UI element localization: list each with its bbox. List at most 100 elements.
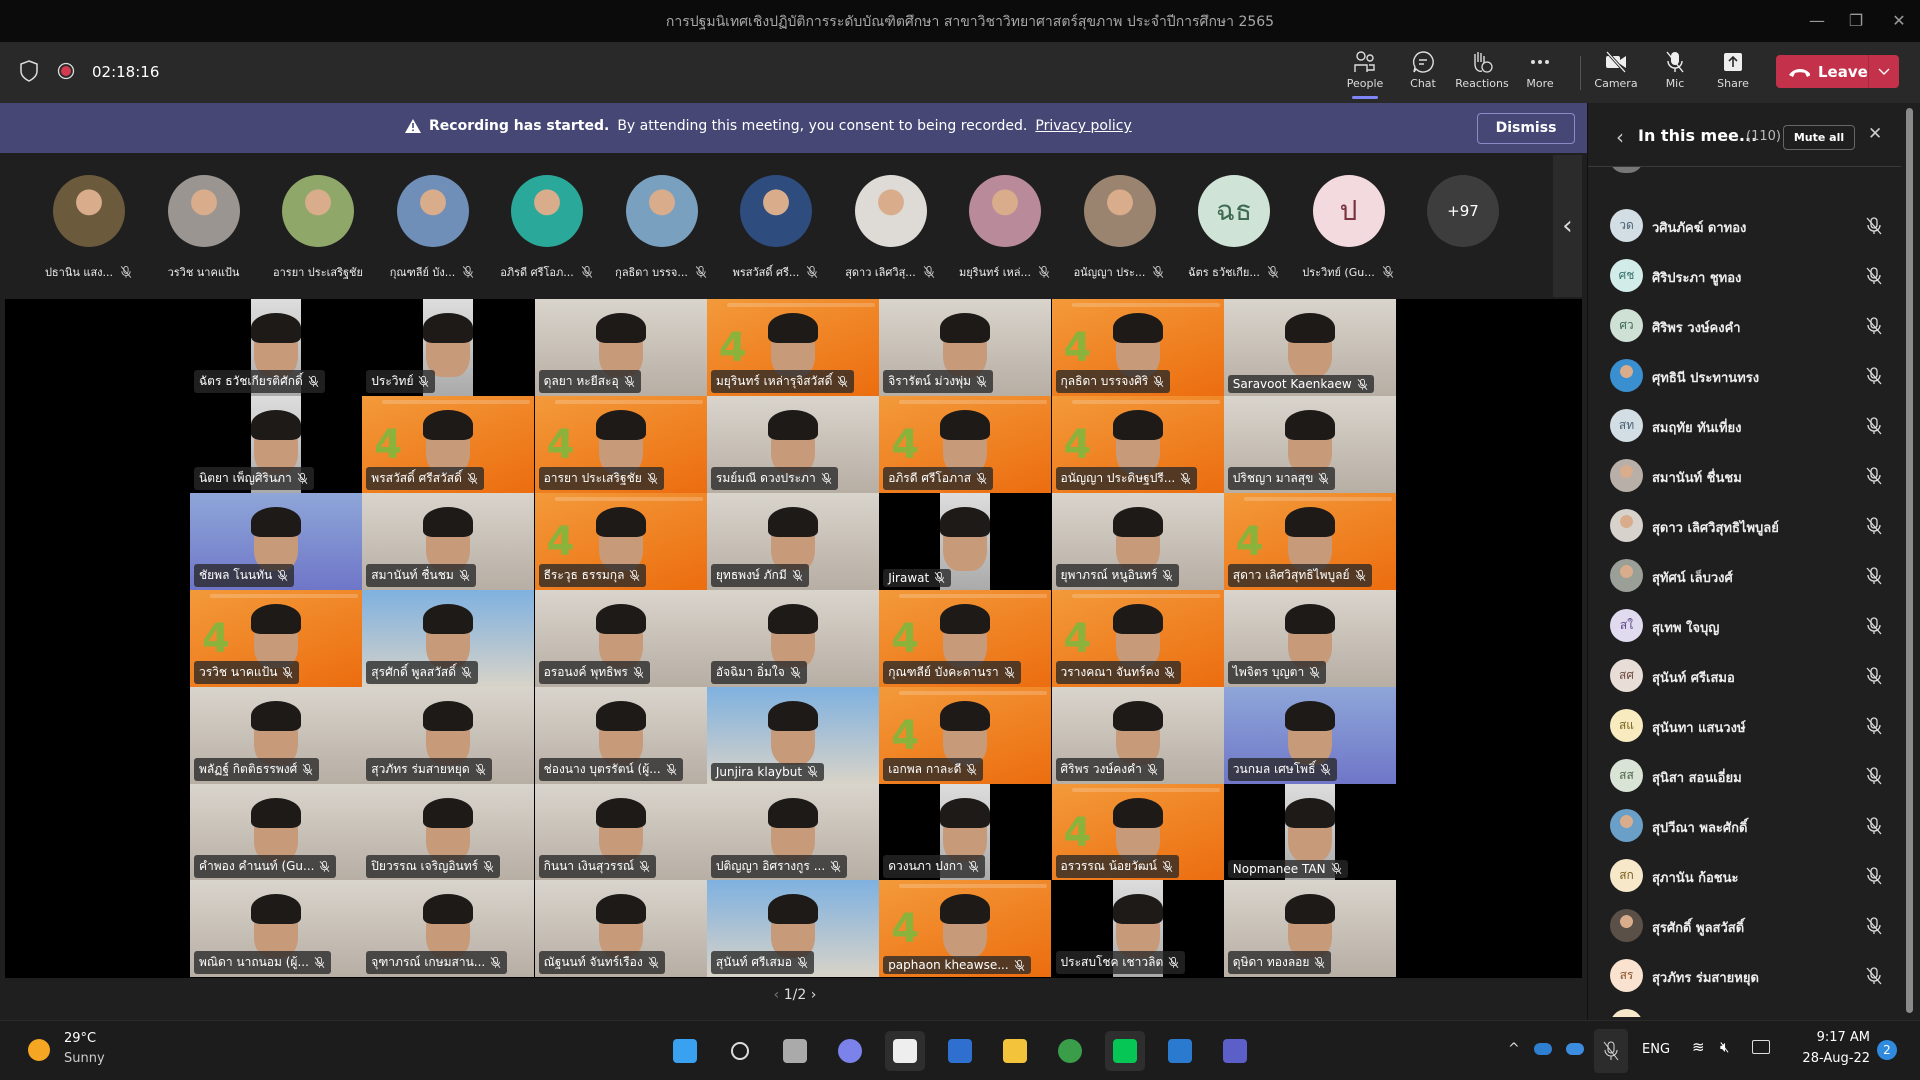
video-tile[interactable]: 4 อภิรดี ศรีโอภาส bbox=[879, 395, 1052, 493]
participant-list-item[interactable]: ศุทธินี ประทานทรง bbox=[1588, 351, 1906, 401]
participant-list-item[interactable]: สส สุนิสา สอนเอี่ยม bbox=[1588, 751, 1906, 801]
taskbar-search-button[interactable] bbox=[720, 1031, 760, 1071]
show-hidden-icons[interactable]: ^ bbox=[1508, 1041, 1520, 1057]
dismiss-button[interactable]: Dismiss bbox=[1477, 113, 1575, 144]
mute-all-button[interactable]: Mute all bbox=[1783, 125, 1855, 150]
mute-status[interactable] bbox=[1864, 216, 1884, 240]
more-participants-button[interactable]: +97 bbox=[1406, 153, 1520, 247]
video-tile[interactable]: ช่องนาง บุตรรัตน์ (ผู้... bbox=[534, 686, 707, 784]
strip-participant[interactable]: ปธานิน แสง... bbox=[32, 153, 146, 281]
strip-participant[interactable]: ป ประวิทย์ (Gu... bbox=[1292, 153, 1406, 281]
strip-participant[interactable]: อารยา ประเสริฐชัย bbox=[261, 153, 375, 281]
video-tile[interactable]: 4 กุณฑลีย์ บังคะดานรา bbox=[879, 589, 1052, 687]
speaker-muted-icon[interactable]: 🔇︎ bbox=[1720, 1038, 1729, 1056]
previous-page-button[interactable]: ‹ bbox=[774, 987, 784, 1003]
participant-list-item[interactable]: สุดาว เลิศวิสุทธิไพบูลย์ bbox=[1588, 501, 1906, 551]
video-tile[interactable]: คำพอง คำนนท์ (Gu... bbox=[190, 783, 362, 881]
next-page-button[interactable]: › bbox=[806, 987, 817, 1003]
video-tile[interactable]: 4 กุลธิดา บรรจงศิริ bbox=[1051, 299, 1224, 396]
restore-button[interactable]: ❐ bbox=[1841, 8, 1871, 34]
video-tile[interactable]: 4 พรสวัสดิ์ ศรีสวัสดิ์ bbox=[362, 395, 535, 493]
strip-participant[interactable]: สุดาว เลิศวิสุ... bbox=[834, 153, 948, 281]
mute-status[interactable] bbox=[1864, 266, 1884, 290]
participant-list-item[interactable]: สแ สุนันทา แสนวงษ์ bbox=[1588, 701, 1906, 751]
video-tile[interactable]: ไพจิตร บุญตา bbox=[1223, 589, 1396, 687]
mute-status[interactable] bbox=[1864, 366, 1884, 390]
mute-status[interactable] bbox=[1864, 866, 1884, 890]
clock-time[interactable]: 9:17 AM bbox=[1790, 1030, 1870, 1045]
close-window-button[interactable]: ✕ bbox=[1884, 8, 1914, 34]
close-panel-button[interactable]: ✕ bbox=[1868, 124, 1882, 144]
participant-list-item[interactable]: สศ สุนันท์ ศรีเสมอ bbox=[1588, 651, 1906, 701]
video-tile[interactable]: ฉัตร ธวัชเกียรติศักดิ์ bbox=[190, 299, 362, 396]
strip-participant[interactable]: กุณฑลีย์ บัง... bbox=[376, 153, 490, 281]
video-tile[interactable]: 4 สุดาว เลิศวิสุทธิไพบูลย์ bbox=[1223, 492, 1396, 590]
taskbar-photos-button[interactable] bbox=[1160, 1031, 1200, 1071]
video-tile[interactable]: ยุพาภรณ์ หนูอินทร์ bbox=[1051, 492, 1224, 590]
participant-list-item[interactable]: สร สุวภัทร ร่มสายหยุด bbox=[1588, 951, 1906, 1001]
mute-status[interactable] bbox=[1864, 616, 1884, 640]
video-tile[interactable]: อัจฉิมา อิ่มใจ bbox=[706, 589, 879, 687]
reactions-button[interactable]: Reactions bbox=[1453, 50, 1511, 90]
video-tile[interactable]: ปิยวรรณ เจริญอินทร์ bbox=[362, 783, 535, 881]
mute-status[interactable] bbox=[1864, 716, 1884, 740]
taskbar-start-button[interactable] bbox=[665, 1031, 705, 1071]
weather-condition[interactable]: Sunny bbox=[64, 1051, 105, 1066]
temperature[interactable]: 29°C bbox=[64, 1031, 96, 1046]
leave-button[interactable]: Leave bbox=[1776, 55, 1899, 88]
strip-participant[interactable]: มยุรินทร์ เหล่... bbox=[948, 153, 1062, 281]
video-tile[interactable]: ดุลยา หะยีสะอุ bbox=[534, 299, 707, 396]
video-tile[interactable]: ยุทธพงษ์ ภักมี bbox=[706, 492, 879, 590]
participant-list-item[interactable]: ศช ศิริประภา ชูทอง bbox=[1588, 251, 1906, 301]
mute-status[interactable] bbox=[1864, 416, 1884, 440]
onedrive-icon[interactable] bbox=[1566, 1043, 1584, 1055]
strip-participant[interactable]: พรสวัสดิ์ ศรี... bbox=[719, 153, 833, 281]
mute-status[interactable] bbox=[1864, 766, 1884, 790]
battery-icon[interactable] bbox=[1752, 1040, 1770, 1054]
taskbar-teams-chat-button[interactable] bbox=[830, 1031, 870, 1071]
video-tile[interactable]: ดวงนภา ปงกา bbox=[879, 783, 1052, 881]
video-tile[interactable]: อรอนงค์ พุทธิพร bbox=[534, 589, 707, 687]
mute-status[interactable] bbox=[1864, 666, 1884, 690]
leave-options-dropdown[interactable] bbox=[1867, 55, 1899, 88]
video-tile[interactable]: Junjira klaybut bbox=[706, 686, 879, 784]
strip-participant[interactable]: อภิรดี ศรีโอภ... bbox=[490, 153, 604, 281]
privacy-policy-link[interactable]: Privacy policy bbox=[1035, 118, 1131, 134]
video-tile[interactable]: กินนา เงินสุวรรณ์ bbox=[534, 783, 707, 881]
mute-status[interactable] bbox=[1864, 466, 1884, 490]
participant-list-item[interactable]: สุปวีณา พละศักดิ์ bbox=[1588, 801, 1906, 851]
video-tile[interactable]: ปริชญา มาลสุข bbox=[1223, 395, 1396, 493]
mute-status[interactable] bbox=[1864, 916, 1884, 940]
video-tile[interactable]: Jirawat bbox=[879, 492, 1052, 590]
participant-list-item[interactable]: สุทัศน์ เล็บวงศ์ bbox=[1588, 551, 1906, 601]
participant-list-item[interactable]: วด วศินภัคฆ์ ดาทอง bbox=[1588, 201, 1906, 251]
minimize-button[interactable]: — bbox=[1802, 8, 1832, 34]
video-tile[interactable]: ประสบโชค เชาวลิต bbox=[1051, 880, 1224, 978]
scrollbar[interactable] bbox=[1906, 108, 1913, 1013]
video-tile[interactable]: นิตยา เพ็ญศิรินภา bbox=[190, 395, 362, 493]
mute-status[interactable] bbox=[1864, 966, 1884, 990]
wifi-icon[interactable]: ≋ bbox=[1692, 1038, 1705, 1056]
taskbar-file-explorer-button[interactable] bbox=[995, 1031, 1035, 1071]
language-indicator[interactable]: ENG bbox=[1642, 1042, 1670, 1057]
camera-button[interactable]: Camera bbox=[1587, 50, 1645, 90]
video-tile[interactable]: พลัฏฐ์ กิตติธรรพงศ์ bbox=[190, 686, 362, 784]
mute-status[interactable] bbox=[1864, 566, 1884, 590]
video-tile[interactable]: ดุษิดา ทองลอย bbox=[1223, 880, 1396, 978]
participant-list-item[interactable]: สุรศักดิ์ พูลสวัสดิ์ bbox=[1588, 901, 1906, 951]
participant-list-item[interactable]: ศว ศิริพร วงษ์คงคำ bbox=[1588, 301, 1906, 351]
mute-status[interactable] bbox=[1864, 516, 1884, 540]
share-button[interactable]: Share bbox=[1704, 50, 1762, 90]
video-tile[interactable]: 4 เอกพล กาละดี bbox=[879, 686, 1052, 784]
taskbar-teams-button[interactable] bbox=[1215, 1031, 1255, 1071]
video-tile[interactable]: Saravoot Kaenkaew bbox=[1223, 299, 1396, 396]
people-button[interactable]: People bbox=[1336, 50, 1394, 99]
participant-list-item[interactable]: สก สุภานัน ก้อชนะ bbox=[1588, 851, 1906, 901]
onedrive-error-icon[interactable] bbox=[1534, 1043, 1552, 1055]
strip-participant[interactable]: อนัญญา ประ... bbox=[1063, 153, 1177, 281]
video-tile[interactable]: จิรารัตน์ ม่วงพุ่ม bbox=[879, 299, 1052, 396]
participant-list-item[interactable]: สท สมฤทัย ทันเที่ยง bbox=[1588, 401, 1906, 451]
video-tile[interactable]: ศิริพร วงษ์คงคำ bbox=[1051, 686, 1224, 784]
video-tile[interactable]: ชัยพล โนนทัน bbox=[190, 492, 362, 590]
clock-date[interactable]: 28-Aug-22 bbox=[1790, 1051, 1870, 1066]
